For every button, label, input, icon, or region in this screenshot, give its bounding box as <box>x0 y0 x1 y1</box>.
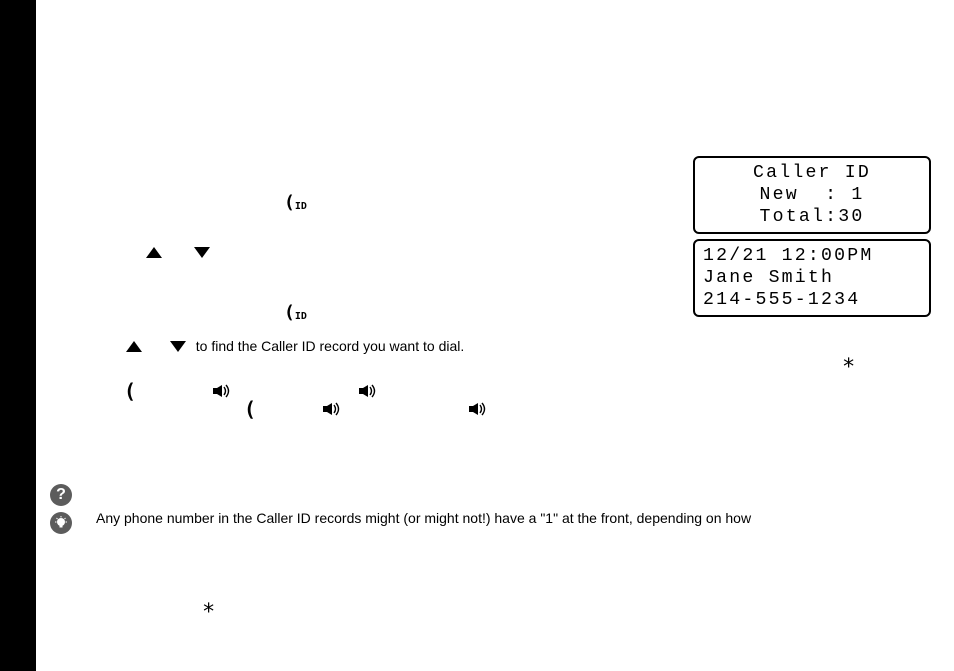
lcd-line: 12/21 12:00PM <box>703 246 874 266</box>
speaker-key-icon <box>468 402 488 416</box>
lcd-line: Caller ID <box>753 163 871 183</box>
step-line: to find the Caller ID record you want to… <box>120 334 680 358</box>
step-line: (ID <box>280 196 680 220</box>
help-question-icon: ? <box>50 484 74 508</box>
spacer <box>148 334 164 358</box>
instruction-block: (ID (ID to find the Caller ID record you… <box>60 150 680 420</box>
talk-key-icon: ( <box>244 402 256 416</box>
lcd-caller-id-record: 12/21 12:00PM Jane Smith 214-555-1234 <box>693 239 931 317</box>
help-text: Any phone number in the Caller ID record… <box>96 510 916 526</box>
question-mark-icon: ? <box>50 484 72 506</box>
speaker-key-icon <box>212 384 232 398</box>
step-line: (ID <box>280 306 680 330</box>
lcd-caller-id-summary: Caller ID New : 1 Total:30 <box>693 156 931 234</box>
lightbulb-icon <box>50 512 72 534</box>
arrow-down-icon <box>194 247 210 258</box>
talk-key-icon: ( <box>124 384 136 398</box>
edge-tab <box>0 0 36 671</box>
help-bulb-icon <box>50 512 74 536</box>
arrow-up-icon <box>126 341 142 352</box>
step-line: ( <box>120 384 680 398</box>
speaker-key-icon <box>322 402 342 416</box>
arrow-up-icon <box>146 247 162 258</box>
step-text: to find the Caller ID record you want to… <box>192 334 468 358</box>
lcd-line: 214-555-1234 <box>703 290 860 310</box>
step-line: ( <box>240 402 680 416</box>
step-line <box>140 240 680 264</box>
caller-id-key-icon: (ID <box>284 196 307 220</box>
lcd-line: Total:30 <box>760 207 865 227</box>
caller-id-key-icon: (ID <box>284 306 307 330</box>
lcd-line: New : 1 <box>760 185 865 205</box>
arrow-down-icon <box>170 341 186 352</box>
lcd-line: Jane Smith <box>703 268 834 288</box>
spacer <box>168 240 188 264</box>
footnote-star-icon: * <box>202 600 215 625</box>
footnote-star-icon: * <box>842 355 855 380</box>
speaker-key-icon <box>358 384 378 398</box>
